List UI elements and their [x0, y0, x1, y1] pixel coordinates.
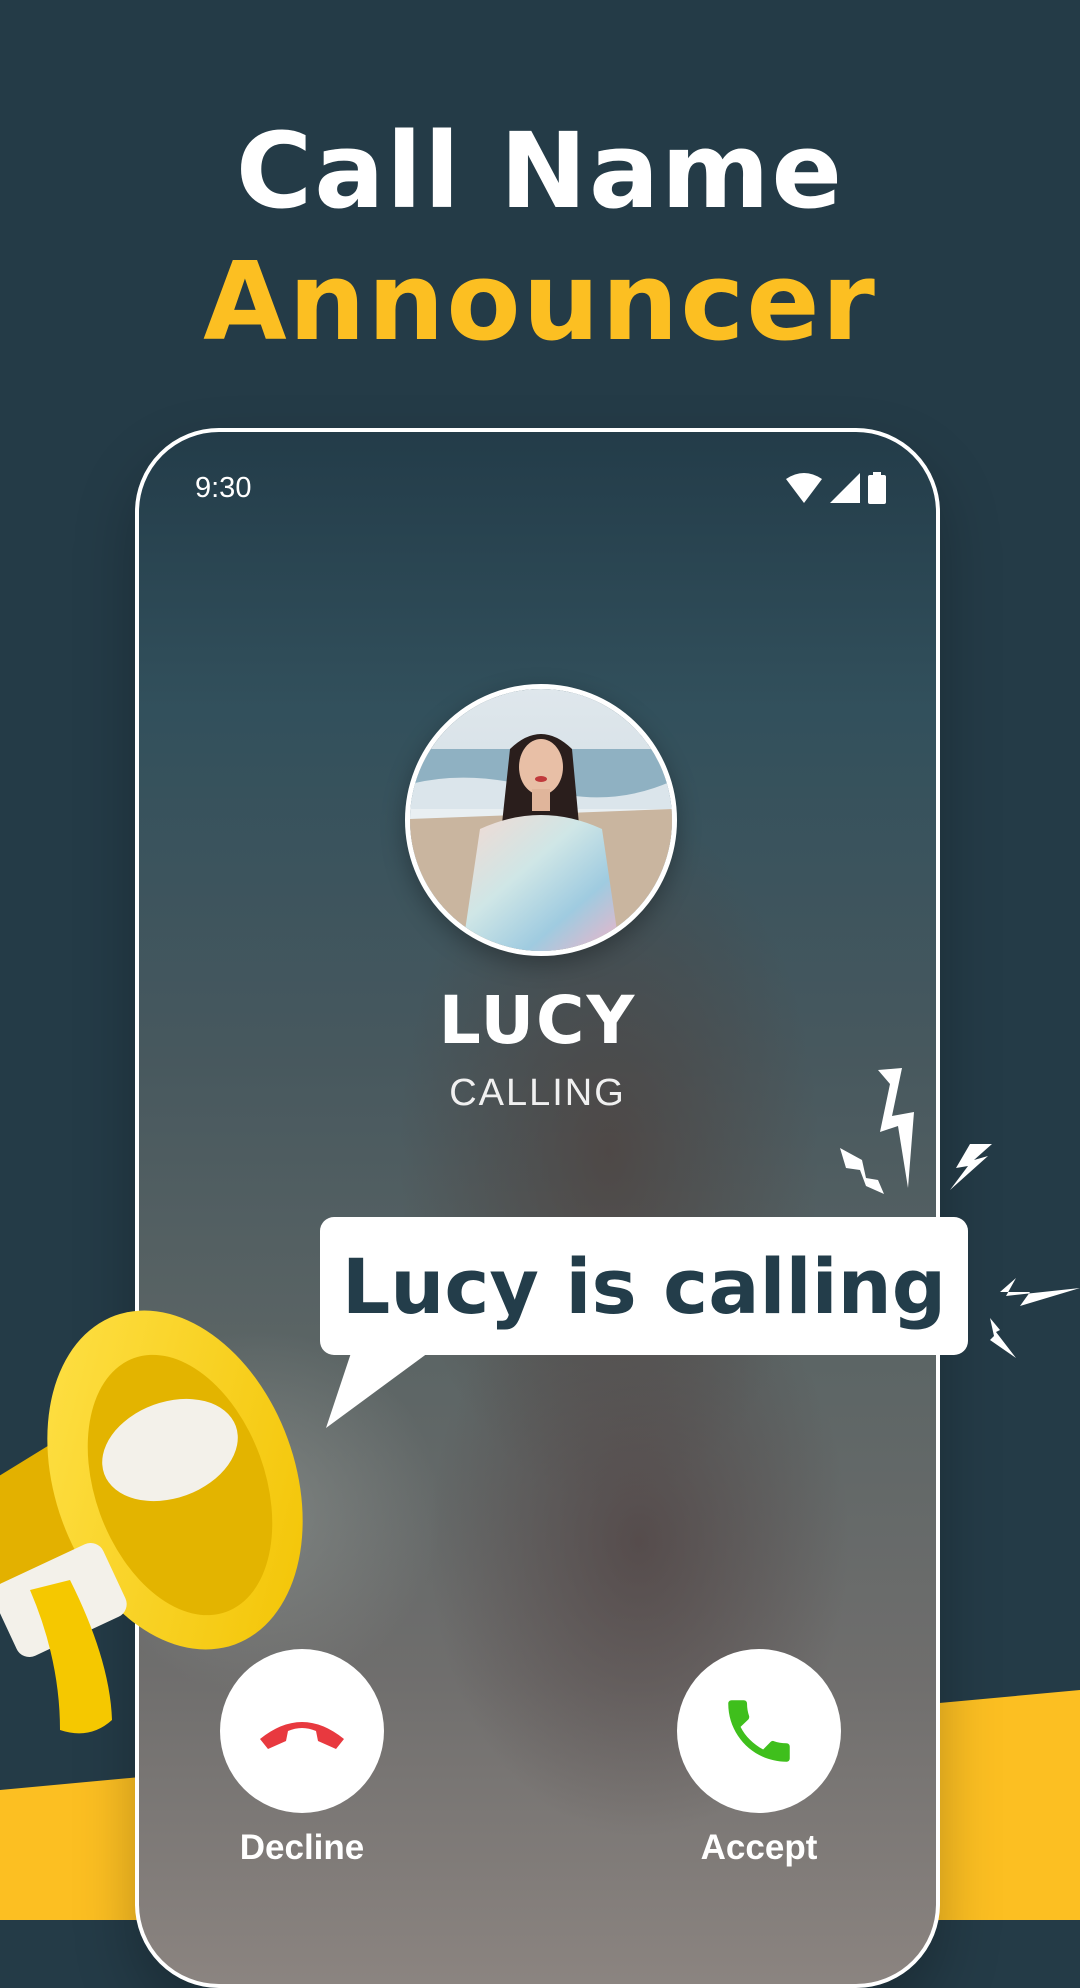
signal-icon [830, 473, 860, 503]
caller-avatar [405, 684, 677, 956]
decline-label: Decline [239, 1828, 365, 1867]
phone-icon [728, 1700, 790, 1762]
status-time: 9:30 [195, 472, 252, 504]
wifi-icon [786, 473, 822, 503]
megaphone-icon [0, 1310, 303, 1734]
accept-label: Accept [700, 1828, 818, 1867]
caller-name: LUCY [438, 982, 637, 1059]
bubble-tail [326, 1350, 432, 1428]
sound-bolts-icon [840, 1068, 1080, 1358]
headline-line-1: Call Name [235, 110, 845, 232]
battery-icon [868, 472, 886, 504]
status-icons [786, 472, 886, 504]
accept-button[interactable] [677, 1649, 841, 1813]
call-status: CALLING [449, 1072, 626, 1114]
headline-line-2: Announcer [203, 240, 877, 365]
